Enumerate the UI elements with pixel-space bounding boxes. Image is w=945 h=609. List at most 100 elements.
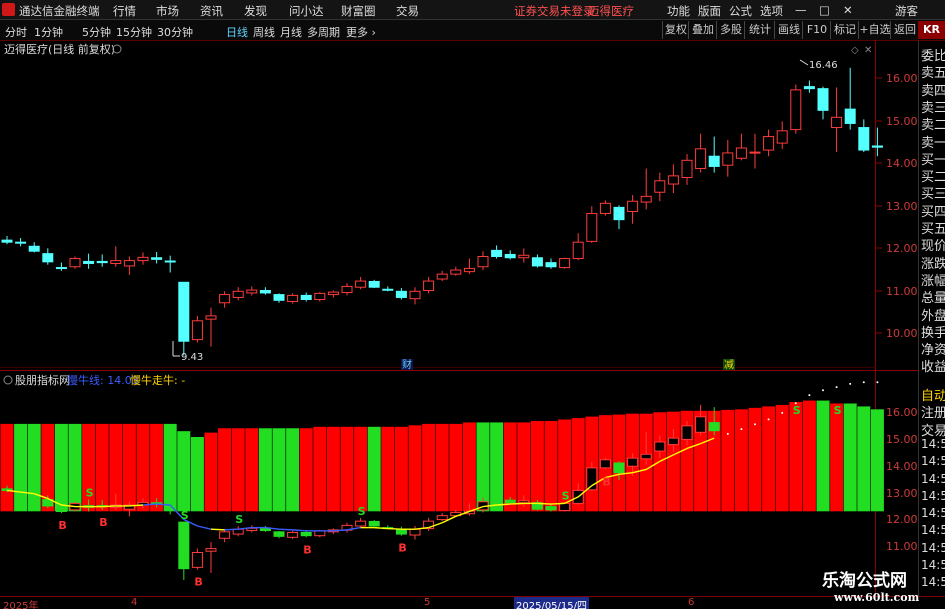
menu-item-faxian[interactable]: 发现 — [244, 3, 267, 19]
indicator-bar — [462, 422, 476, 512]
close-icon[interactable]: ✕ — [843, 3, 853, 17]
main-y-tick: 16.00 — [886, 72, 918, 85]
mini-candle-body — [640, 453, 652, 460]
reduce-event-marker[interactable]: 减 — [724, 359, 734, 371]
finance-event-marker[interactable]: 财 — [402, 358, 412, 371]
mini-candle — [287, 530, 299, 539]
sell-marker: S — [235, 513, 243, 526]
indicator-bar — [150, 423, 164, 512]
tick-label[interactable]: 交易 — [921, 420, 945, 439]
back-button[interactable]: 返回 — [890, 21, 919, 39]
quote-label: 买二 — [921, 170, 945, 186]
indicator-bar — [190, 437, 204, 512]
indicator-bar — [163, 423, 177, 512]
sell-marker: S — [562, 490, 570, 503]
fuquan-button[interactable]: 复权 — [662, 21, 689, 39]
panel-close-icon[interactable]: ✕ — [864, 45, 872, 56]
candle-body — [654, 180, 666, 193]
quote-label: 收益 — [921, 360, 945, 376]
mini-candle-body — [695, 416, 707, 433]
auto-toggle[interactable]: 自动 — [921, 385, 945, 404]
indicator-bar — [367, 426, 381, 512]
indicator-bar — [449, 423, 463, 512]
tab-fenshi[interactable]: 分时 — [5, 24, 27, 40]
tab-1min[interactable]: 1分钟 — [34, 24, 63, 40]
candle-body — [681, 159, 693, 178]
mini-candle — [205, 542, 217, 573]
tab-5min[interactable]: 5分钟 — [82, 24, 111, 40]
chart-area[interactable]: 迈得医疗(日线 前复权) ◇ ✕ 16.00 15.00 14.00 13.00… — [0, 41, 918, 596]
candle — [627, 195, 639, 224]
indicator-bar — [775, 404, 789, 512]
crosshair-date-label: 2025/05/15/四 — [514, 597, 590, 609]
main-panel-title: 迈得医疗(日线 前复权) — [4, 42, 115, 56]
tab-weekly[interactable]: 周线 — [253, 24, 275, 40]
tab-daily[interactable]: 日线 — [226, 24, 248, 40]
f10-button[interactable]: F10 — [802, 21, 831, 39]
menu-item-gongshi[interactable]: 公式 — [729, 3, 752, 19]
security-status[interactable]: 证券交易未登录 — [514, 3, 595, 19]
menu-item-shichang[interactable]: 市场 — [156, 3, 179, 19]
tab-more[interactable]: 更多 › — [346, 24, 376, 40]
menu-item-wenxiaoda[interactable]: 问小达 — [289, 3, 324, 19]
menu-item-hangqing[interactable]: 行情 — [113, 3, 136, 19]
minimize-icon[interactable]: — — [795, 3, 807, 17]
ind-y-tick: 16.00 — [886, 406, 918, 419]
diamond-icon[interactable]: ◇ — [851, 45, 859, 56]
mark-button[interactable]: 标记 — [830, 21, 859, 39]
mini-candle-body — [708, 422, 720, 432]
add-watchlist-button[interactable]: +自选 — [858, 21, 891, 39]
menu-item-zixun[interactable]: 资讯 — [200, 3, 223, 19]
candle — [722, 139, 734, 177]
tick-label: 14:56 — [921, 436, 945, 451]
menu-item-jiaoyi[interactable]: 交易 — [396, 3, 419, 19]
mini-candle-body — [518, 500, 530, 504]
candle-body — [627, 200, 639, 212]
tick-label[interactable]: 注册 — [921, 402, 945, 421]
tab-multi-period[interactable]: 多周期 — [307, 24, 340, 40]
menu-item-gongneng[interactable]: 功能 — [667, 3, 690, 19]
tab-monthly[interactable]: 月线 — [280, 24, 302, 40]
candle — [667, 164, 679, 194]
kr-badge[interactable]: KR — [918, 21, 945, 39]
indicator-bar — [422, 423, 436, 512]
candle-body — [355, 280, 367, 288]
candle — [749, 133, 761, 169]
overlay-button[interactable]: 叠加 — [688, 21, 717, 39]
candle — [613, 205, 625, 230]
menu-item-xuanxiang[interactable]: 选项 — [760, 3, 783, 19]
statistics-button[interactable]: 统计 — [744, 21, 775, 39]
candle-body — [722, 152, 734, 166]
candle — [409, 287, 421, 305]
mini-candle — [191, 548, 203, 570]
candle-body — [491, 249, 503, 258]
candle-body — [531, 257, 543, 267]
candle — [205, 307, 217, 347]
guest-user[interactable]: 游客 — [895, 3, 918, 19]
tab-15min[interactable]: 15分钟 — [116, 24, 152, 40]
candle — [436, 270, 448, 282]
quote-label: 现价 — [921, 239, 945, 255]
candle-body — [518, 254, 530, 259]
draw-line-button[interactable]: 画线 — [774, 21, 803, 39]
main-y-tick: 15.00 — [886, 115, 918, 128]
slow-bull-segment — [224, 528, 239, 531]
indicator-settings-icon[interactable] — [3, 375, 13, 385]
tab-30min[interactable]: 30分钟 — [157, 24, 193, 40]
multi-stock-button[interactable]: 多股 — [716, 21, 745, 39]
mini-candle — [246, 525, 258, 533]
slow-bull-segment — [537, 502, 552, 505]
candle-body — [382, 288, 394, 291]
candle — [42, 248, 54, 265]
date-label: 2025年 — [3, 601, 39, 609]
menu-item-banmian[interactable]: 版面 — [698, 3, 721, 19]
mini-candle — [395, 526, 407, 536]
maximize-icon[interactable]: □ — [819, 3, 830, 17]
menu-item-caifuquan[interactable]: 财富圈 — [341, 3, 376, 19]
sell-marker: S — [18, 474, 26, 487]
ind-y-tick: 12.00 — [886, 513, 918, 526]
indicator-bar — [816, 400, 830, 512]
candle — [191, 315, 203, 343]
slow-bull-segment — [374, 526, 388, 530]
candle-body — [219, 294, 231, 304]
